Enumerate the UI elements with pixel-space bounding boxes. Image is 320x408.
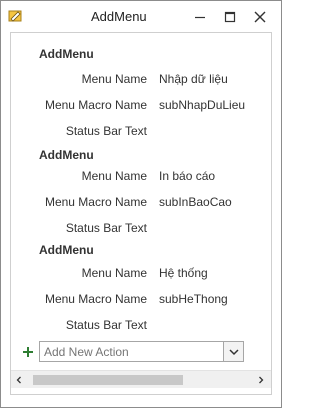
menu-macro-name-label: Menu Macro Name	[44, 98, 147, 112]
chevron-left-icon	[16, 376, 21, 384]
menu-macro-name-value[interactable]: subNhapDuLieu	[159, 98, 245, 112]
action-title[interactable]: AddMenu	[39, 148, 94, 162]
menu-name-label: Menu Name	[81, 266, 147, 280]
action-title[interactable]: AddMenu	[39, 47, 94, 61]
window-title: AddMenu	[91, 9, 147, 24]
macro-designer-window: AddMenu AddMenu Menu Name Nhập dữ liệu M…	[0, 0, 282, 408]
title-bar[interactable]: AddMenu	[1, 1, 281, 32]
menu-name-value[interactable]: Hệ thống	[159, 266, 208, 280]
macro-icon	[7, 9, 23, 23]
maximize-button[interactable]	[217, 5, 243, 29]
add-new-action-input[interactable]	[40, 342, 223, 361]
add-new-action-combo[interactable]	[39, 341, 244, 362]
menu-macro-name-value[interactable]: subHeThong	[159, 292, 228, 306]
menu-name-value[interactable]: Nhập dữ liệu	[159, 72, 228, 86]
menu-macro-name-label: Menu Macro Name	[44, 195, 147, 209]
dropdown-button[interactable]	[223, 342, 243, 361]
macro-actions-pane: AddMenu Menu Name Nhập dữ liệu Menu Macr…	[10, 32, 272, 395]
menu-name-value[interactable]: In báo cáo	[159, 169, 215, 183]
status-bar-text-label: Status Bar Text	[65, 221, 147, 235]
menu-macro-name-value[interactable]: subInBaoCao	[159, 195, 232, 209]
menu-macro-name-label: Menu Macro Name	[44, 292, 147, 306]
status-bar-text-label: Status Bar Text	[65, 318, 147, 332]
horizontal-scrollbar[interactable]	[11, 370, 271, 388]
menu-name-label: Menu Name	[81, 72, 147, 86]
chevron-down-icon	[228, 348, 239, 355]
close-button[interactable]	[247, 5, 273, 29]
add-action-plus-icon[interactable]	[23, 346, 33, 357]
scroll-thumb[interactable]	[33, 375, 183, 385]
scroll-right-button[interactable]	[255, 374, 267, 386]
scroll-left-button[interactable]	[13, 374, 25, 386]
action-title[interactable]: AddMenu	[39, 243, 94, 257]
status-bar-text-label: Status Bar Text	[65, 124, 147, 138]
chevron-right-icon	[259, 376, 264, 384]
menu-name-label: Menu Name	[81, 169, 147, 183]
minimize-button[interactable]	[187, 5, 213, 29]
